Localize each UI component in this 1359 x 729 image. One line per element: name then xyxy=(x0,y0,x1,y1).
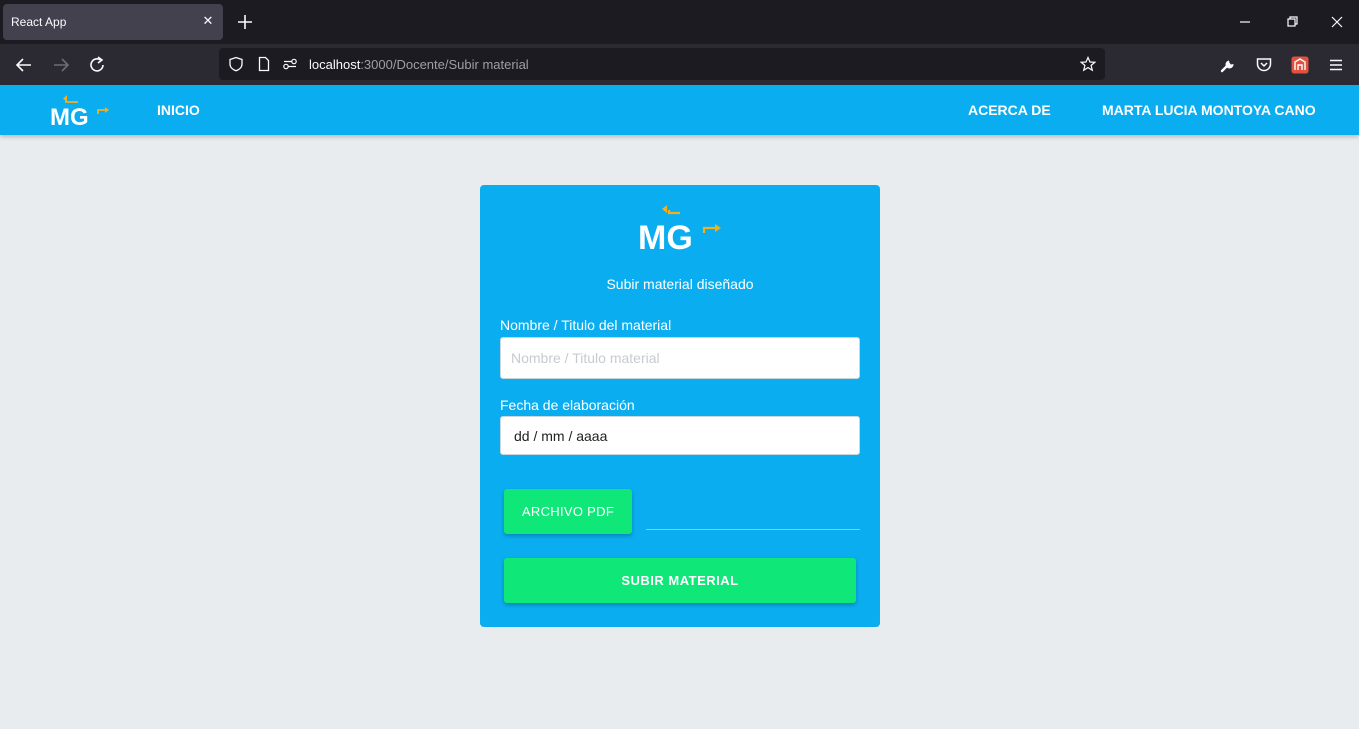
pdf-file-button[interactable]: ARCHIVO PDF xyxy=(504,489,632,534)
browser-tab[interactable]: React App ✕ xyxy=(3,4,223,40)
browser-nav-bar: localhost:3000/Docente/Subir material xyxy=(0,44,1359,85)
extension-icon[interactable] xyxy=(1289,54,1311,76)
tab-title: React App xyxy=(11,15,67,29)
logo-text: MG xyxy=(50,104,89,128)
name-input[interactable] xyxy=(500,337,860,379)
forward-icon[interactable] xyxy=(50,54,72,76)
form-title: Subir material diseñado xyxy=(606,276,754,292)
date-input[interactable]: dd / mm / aaaa xyxy=(500,416,860,455)
new-tab-icon[interactable] xyxy=(234,11,256,33)
bookmark-star-icon[interactable] xyxy=(1080,56,1096,72)
url-host: localhost xyxy=(309,57,361,72)
url-bar[interactable]: localhost:3000/Docente/Subir material xyxy=(219,48,1105,80)
minimize-icon[interactable] xyxy=(1235,12,1255,32)
url-path: :3000/Docente/Subir material xyxy=(360,57,529,72)
file-name-field[interactable] xyxy=(646,529,860,530)
upload-form-card: MG Subir material diseñado Nombre / Titu… xyxy=(480,185,880,627)
tab-close-icon[interactable]: ✕ xyxy=(199,13,217,31)
reload-icon[interactable] xyxy=(86,54,108,76)
url-text[interactable]: localhost:3000/Docente/Subir material xyxy=(309,57,529,72)
permissions-icon[interactable] xyxy=(282,56,298,72)
browser-tab-bar: React App ✕ xyxy=(0,0,1359,44)
app-header: MG INICIO ACERCA DE MARTA LUCIA MONTOYA … xyxy=(0,85,1359,135)
logo-text: MG xyxy=(638,219,693,255)
mg-logo-icon[interactable]: MG xyxy=(48,92,112,128)
date-label: Fecha de elaboración xyxy=(500,397,635,413)
name-label: Nombre / Titulo del material xyxy=(500,317,672,333)
mg-logo-icon: MG xyxy=(638,205,721,255)
page-icon[interactable] xyxy=(256,56,272,72)
user-name-link[interactable]: MARTA LUCIA MONTOYA CANO xyxy=(1102,102,1316,118)
nav-about-link[interactable]: ACERCA DE xyxy=(968,102,1051,118)
pocket-icon[interactable] xyxy=(1253,54,1275,76)
wrench-icon[interactable] xyxy=(1217,54,1239,76)
restore-icon[interactable] xyxy=(1282,12,1302,32)
back-icon[interactable] xyxy=(13,54,35,76)
menu-icon[interactable] xyxy=(1325,54,1347,76)
submit-material-button[interactable]: SUBIR MATERIAL xyxy=(504,558,856,603)
shield-icon[interactable] xyxy=(228,56,244,72)
nav-home-link[interactable]: INICIO xyxy=(157,102,200,118)
close-window-icon[interactable] xyxy=(1327,12,1347,32)
date-value: dd / mm / aaaa xyxy=(514,428,608,444)
